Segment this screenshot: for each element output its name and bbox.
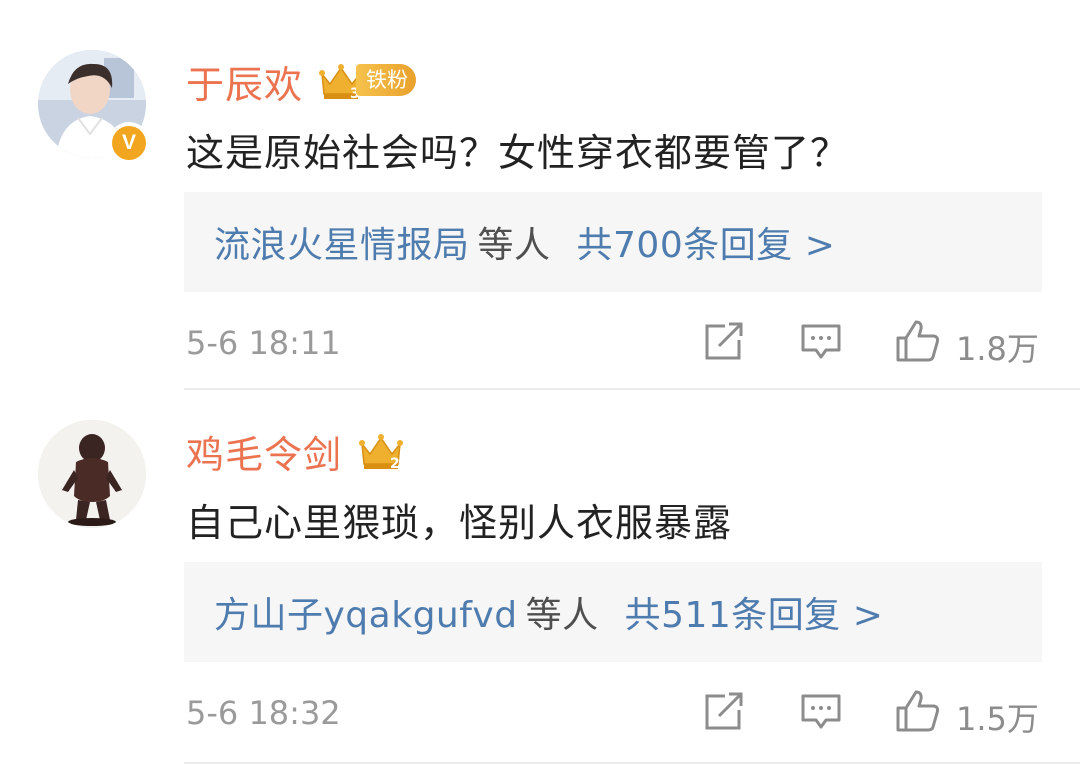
reply-names[interactable]: 方山子yqakgufvd bbox=[214, 586, 518, 638]
crown-icon: 2 bbox=[359, 434, 403, 472]
username[interactable]: 于辰欢 bbox=[186, 54, 303, 109]
verified-badge-icon: V bbox=[108, 122, 150, 164]
comment-text: 自己心里猥琐，怪别人衣服暴露 bbox=[186, 501, 733, 545]
comment-icon[interactable] bbox=[800, 322, 842, 362]
verified-mark: V bbox=[121, 131, 136, 154]
like-count: 1.5万 bbox=[956, 700, 1039, 738]
reply-total-link[interactable]: 共511条回复 > bbox=[625, 586, 884, 638]
comment-item: 鸡毛令剑 2 自己心里猥琐，怪别人衣服暴露 方山子yqakgufvd 等人 共5… bbox=[0, 390, 1080, 766]
divider bbox=[184, 762, 1080, 764]
comment-item: V 于辰欢 3 铁粉 这是原始社会吗？女性穿衣都要管了？ 流浪火星情报局 等人 … bbox=[0, 0, 1080, 390]
thumbs-up-icon[interactable] bbox=[894, 688, 942, 734]
fan-badge: 铁粉 bbox=[356, 64, 416, 96]
comment-text: 这是原始社会吗？女性穿衣都要管了？ bbox=[186, 131, 850, 175]
avatar[interactable] bbox=[38, 420, 146, 528]
reply-names[interactable]: 流浪火星情报局 bbox=[214, 216, 470, 268]
replies-preview[interactable]: 流浪火星情报局 等人 共700条回复 > bbox=[184, 192, 1042, 292]
reply-etc: 等人 bbox=[477, 225, 551, 266]
like-count: 1.8万 bbox=[956, 330, 1039, 368]
crown-level: 2 bbox=[390, 456, 400, 472]
share-icon[interactable] bbox=[703, 692, 745, 732]
reply-total-link[interactable]: 共700条回复 > bbox=[577, 216, 836, 268]
username[interactable]: 鸡毛令剑 bbox=[186, 424, 342, 479]
comment-icon[interactable] bbox=[800, 692, 842, 732]
reply-etc: 等人 bbox=[525, 595, 599, 636]
share-icon[interactable] bbox=[703, 322, 745, 362]
thumbs-up-icon[interactable] bbox=[894, 318, 942, 364]
replies-preview[interactable]: 方山子yqakgufvd 等人 共511条回复 > bbox=[184, 562, 1042, 662]
comment-time: 5-6 18:32 bbox=[186, 694, 341, 732]
comment-time: 5-6 18:11 bbox=[186, 324, 341, 362]
